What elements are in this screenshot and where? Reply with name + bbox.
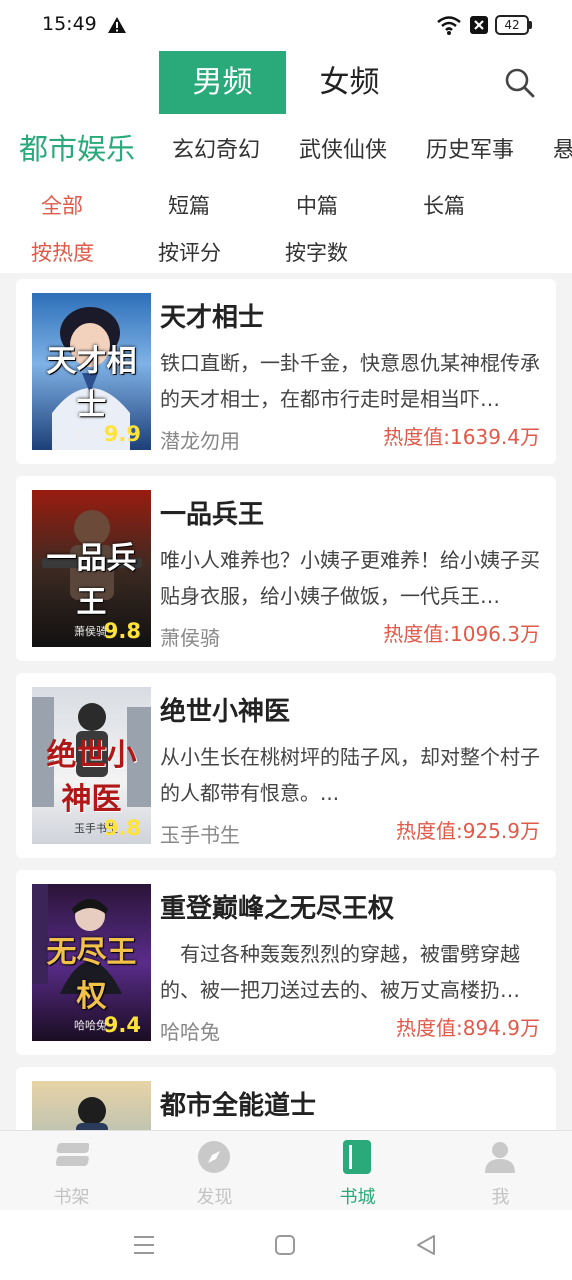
cover-score: 9.9 bbox=[103, 422, 141, 446]
cover-author: 哈哈兔 bbox=[74, 1019, 107, 1032]
cover-author: 萧侯骑 bbox=[74, 625, 107, 638]
profile-icon bbox=[485, 1142, 515, 1173]
battery-level: 42 bbox=[495, 15, 529, 35]
bookstore-icon bbox=[343, 1140, 371, 1174]
book-heat: 热度值:1096.3万 bbox=[383, 622, 540, 646]
cover-score: 9.8 bbox=[103, 619, 141, 643]
system-nav-bar bbox=[0, 1210, 572, 1280]
nav-label: 我 bbox=[491, 1187, 510, 1208]
bookshelf-icon bbox=[55, 1143, 89, 1166]
category-history[interactable]: 历史军事 bbox=[426, 132, 514, 164]
sort-by-rating[interactable]: 按评分 bbox=[158, 237, 221, 267]
book-cover: 无尽王权 哈哈兔 9.4 bbox=[32, 884, 151, 1041]
book-title: 天才相士 bbox=[160, 303, 265, 333]
book-cover: 一品兵王 萧侯骑 9.8 bbox=[32, 490, 151, 647]
category-fantasy[interactable]: 玄幻奇幻 bbox=[172, 132, 260, 164]
bottom-nav: 书架 发现 书城 我 bbox=[0, 1130, 572, 1210]
length-filters: 全部 短篇 中篇 长篇 bbox=[0, 182, 572, 226]
sort-by-heat[interactable]: 按热度 bbox=[31, 237, 94, 267]
book-card[interactable]: 无尽王权 哈哈兔 9.4 重登巅峰之无尽王权 有过各种轰轰烈烈的穿越，被雷劈穿越… bbox=[16, 870, 556, 1055]
gender-tabs: 男频 女频 bbox=[0, 51, 572, 115]
book-description: 有过各种轰轰烈烈的穿越，被雷劈穿越的、被一把刀送过去的、被万丈高楼扔… bbox=[160, 942, 520, 1002]
cover-score: 9.4 bbox=[103, 1013, 141, 1037]
notification-x-icon bbox=[470, 16, 488, 34]
book-list[interactable]: 天才相士 潜龙勿用 9.9 天才相士 铁口直断，一卦千金，快意恩仇某神棍传承的天… bbox=[0, 279, 572, 1130]
book-card[interactable]: 都市全能道士 bbox=[16, 1067, 556, 1130]
book-author: 潜龙勿用 bbox=[160, 429, 240, 453]
nav-bookstore[interactable]: 书城 bbox=[286, 1131, 429, 1211]
book-cover bbox=[32, 1081, 151, 1130]
nav-profile[interactable]: 我 bbox=[429, 1131, 572, 1211]
cover-score: 9.8 bbox=[103, 816, 141, 840]
compass-icon bbox=[198, 1141, 230, 1173]
tab-male[interactable]: 男频 bbox=[159, 51, 286, 114]
filter-short[interactable]: 短篇 bbox=[168, 190, 210, 220]
category-suspense[interactable]: 悬 bbox=[553, 132, 572, 164]
nav-label: 书城 bbox=[339, 1187, 376, 1208]
book-description: 唯小人难养也？小姨子更难养！给小姨子买贴身衣服，给小姨子做饭，一代兵王… bbox=[160, 548, 540, 608]
book-author: 萧侯骑 bbox=[160, 626, 220, 650]
book-cover: 天才相士 潜龙勿用 9.9 bbox=[32, 293, 151, 450]
battery-icon: 42 bbox=[495, 15, 533, 35]
category-tabs: 都市娱乐 玄幻奇幻 武侠仙侠 历史军事 悬 bbox=[0, 122, 572, 174]
home-icon[interactable] bbox=[273, 1234, 297, 1256]
book-title: 一品兵王 bbox=[160, 500, 265, 530]
menu-icon[interactable] bbox=[132, 1234, 156, 1256]
book-author: 玉手书生 bbox=[160, 823, 240, 847]
book-heat: 热度值:894.9万 bbox=[396, 1016, 540, 1040]
book-author: 哈哈兔 bbox=[160, 1020, 220, 1044]
status-time: 15:49 bbox=[42, 13, 97, 35]
book-title: 重登巅峰之无尽王权 bbox=[160, 894, 395, 924]
wifi-icon bbox=[437, 16, 461, 35]
book-title: 绝世小神医 bbox=[160, 697, 291, 727]
book-title: 都市全能道士 bbox=[160, 1091, 317, 1121]
warning-icon bbox=[108, 17, 126, 33]
book-cover: 绝世小神医 玉手书生 9.8 bbox=[32, 687, 151, 844]
tab-female[interactable]: 女频 bbox=[286, 51, 413, 114]
cover-title: 无尽王权 bbox=[46, 935, 137, 1014]
book-card[interactable]: 绝世小神医 玉手书生 9.8 绝世小神医 从小生长在桃树坪的陆子风，却对整个村子… bbox=[16, 673, 556, 858]
book-heat: 热度值:925.9万 bbox=[396, 819, 540, 843]
category-urban[interactable]: 都市娱乐 bbox=[19, 126, 135, 168]
cover-title: 一品兵王 bbox=[46, 541, 137, 620]
back-icon[interactable] bbox=[414, 1234, 438, 1256]
filter-long[interactable]: 长篇 bbox=[423, 190, 465, 220]
sort-by-wordcount[interactable]: 按字数 bbox=[285, 237, 348, 267]
book-heat: 热度值:1639.4万 bbox=[383, 425, 540, 449]
nav-label: 发现 bbox=[196, 1187, 233, 1208]
book-description: 从小生长在桃树坪的陆子风，却对整个村子的人都带有恨意。... bbox=[160, 745, 540, 805]
search-icon[interactable] bbox=[504, 67, 536, 99]
filter-medium[interactable]: 中篇 bbox=[296, 190, 338, 220]
sort-filters: 按热度 按评分 按字数 bbox=[0, 229, 572, 273]
status-bar: 15:49 42 bbox=[0, 0, 572, 50]
nav-label: 书架 bbox=[53, 1187, 90, 1208]
filter-all[interactable]: 全部 bbox=[41, 190, 83, 220]
book-card[interactable]: 天才相士 潜龙勿用 9.9 天才相士 铁口直断，一卦千金，快意恩仇某神棍传承的天… bbox=[16, 279, 556, 464]
category-wuxia[interactable]: 武侠仙侠 bbox=[299, 132, 387, 164]
book-card[interactable]: 一品兵王 萧侯骑 9.8 一品兵王 唯小人难养也？小姨子更难养！给小姨子买贴身衣… bbox=[16, 476, 556, 661]
book-description: 铁口直断，一卦千金，快意恩仇某神棍传承的天才相士，在都市行走时是相当吓… bbox=[160, 351, 540, 411]
nav-bookshelf[interactable]: 书架 bbox=[0, 1131, 143, 1211]
nav-discover[interactable]: 发现 bbox=[143, 1131, 286, 1211]
cover-title: 绝世小神医 bbox=[46, 738, 137, 817]
cover-title: 天才相士 bbox=[46, 344, 137, 423]
